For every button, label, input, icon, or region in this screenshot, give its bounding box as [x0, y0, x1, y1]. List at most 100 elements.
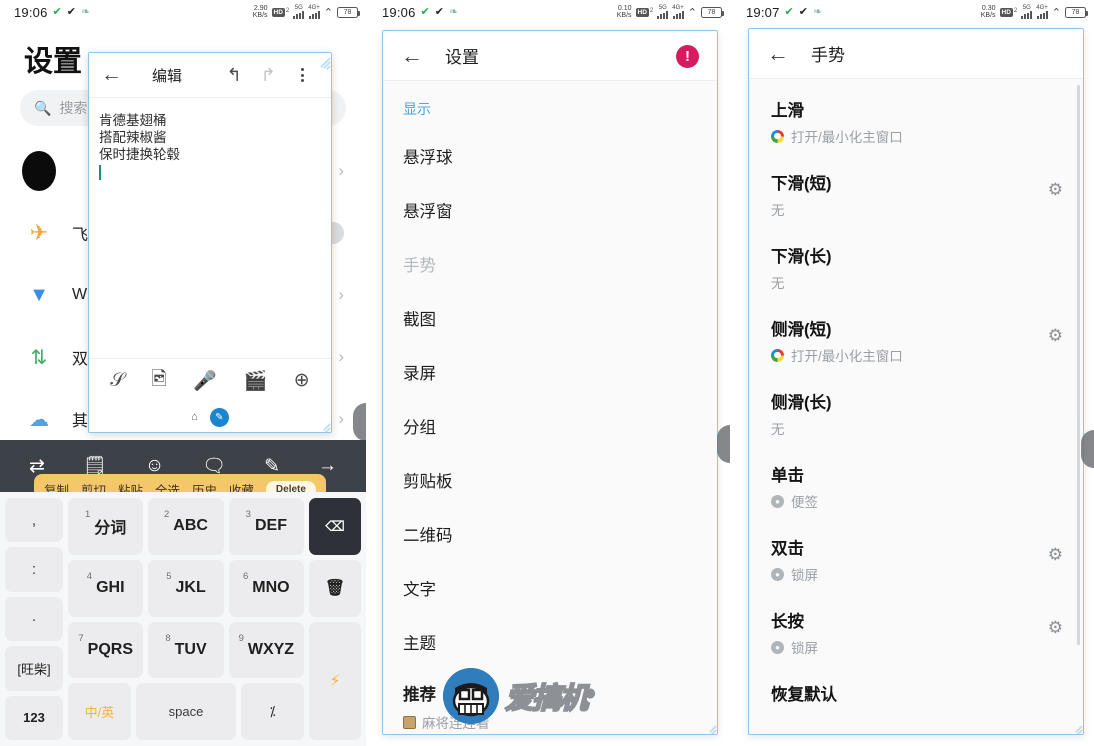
keyboard[interactable]: ⇄ 🗒 ☺ 🗨 ✎ → 复制 剪切 粘贴 全选 历史 收藏 Delete , : — [0, 440, 366, 746]
menu-item-gestures[interactable]: 手势 — [383, 237, 717, 291]
key-4[interactable]: 4 GHI — [68, 559, 144, 617]
key-5[interactable]: 5 JKL — [148, 559, 224, 617]
back-icon[interactable]: ← — [401, 43, 423, 69]
status-bar-right: 19:07 ✔ ✔ ❧ 0.30 KB/s HD 2 5G 4G+ ⌃ 78 — [732, 0, 1094, 24]
hd-voice-icon: HD 2 — [999, 7, 1018, 17]
resize-handle-icon[interactable] — [1066, 717, 1083, 734]
chevron-right-icon: › — [338, 409, 344, 428]
gesture-value: 无 — [771, 276, 785, 291]
signal-icon-2: 4G+ — [672, 5, 684, 19]
menu-item-theme[interactable]: 主题 — [383, 615, 717, 669]
gestures-floating-window[interactable]: ← 手势 上滑 打开/最小化主窗口 下滑(短) 无 ⚙ 下滑(长) 无 侧滑(短… — [748, 28, 1084, 735]
menu-item-floating-window[interactable]: 悬浮窗 — [383, 183, 717, 237]
gesture-row-long-press[interactable]: 长按 ● 锁屏 ⚙ — [749, 596, 1083, 669]
gesture-list: 上滑 打开/最小化主窗口 下滑(短) 无 ⚙ 下滑(长) 无 侧滑(短) 打开/… — [749, 79, 1083, 734]
gesture-row-swipe-side-long[interactable]: 侧滑(长) 无 — [749, 377, 1083, 450]
gesture-name: 侧滑(长) — [771, 394, 832, 412]
note-editor-window[interactable]: ← 编辑 ↰ ↱ 肯德基翅桶 搭配辣椒酱 保时捷换轮毂 𝒮 🖻 🎤 🎬 ⊕ ⌂ … — [88, 52, 332, 433]
menu-item-qrcode[interactable]: 二维码 — [383, 507, 717, 561]
redo-icon[interactable]: ↱ — [251, 65, 285, 86]
settings-floating-window[interactable]: ← 设置 ! 显示 悬浮球 悬浮窗 手势 截图 录屏 分组 剪贴板 二维码 文字… — [382, 30, 718, 735]
video-icon[interactable]: 🎬 — [244, 369, 268, 393]
gear-icon[interactable]: ⚙ — [1048, 180, 1063, 200]
avatar — [22, 151, 56, 191]
alpaca-icon: ✔ — [52, 5, 62, 18]
alert-badge[interactable]: ! — [676, 45, 699, 68]
gesture-row-restore-default[interactable]: 恢复默认 — [749, 669, 1083, 722]
gear-icon[interactable]: ⚙ — [1048, 545, 1063, 565]
keyboard-left-column: , : · [旺柴] 123 — [5, 498, 63, 741]
battery-icon: 78 — [701, 6, 724, 18]
gear-icon[interactable]: ⚙ — [1048, 326, 1063, 346]
key-emoji-tag[interactable]: [旺柴] — [5, 646, 63, 691]
key-9[interactable]: 9 WXYZ — [228, 621, 304, 679]
resize-handle-icon[interactable] — [314, 415, 331, 432]
menu-item-text[interactable]: 文字 — [383, 561, 717, 615]
edit-mode-icon[interactable]: ✎ — [209, 407, 229, 427]
gesture-name: 长按 — [771, 613, 804, 631]
lightning-icon[interactable]: ⚡ — [309, 621, 361, 740]
battery-icon: 78 — [337, 6, 360, 18]
symbol-icon[interactable]: ⁒ — [241, 683, 304, 740]
key-1[interactable]: 1 分词 — [68, 498, 144, 555]
status-time: 19:07 — [746, 4, 780, 20]
undo-icon[interactable]: ↰ — [217, 65, 251, 86]
menu-item-screenrecord[interactable]: 录屏 — [383, 345, 717, 399]
signal-icon-1: 5G — [1021, 5, 1033, 19]
backspace-icon[interactable]: ⌫ — [309, 498, 361, 555]
resize-handle-icon[interactable] — [700, 717, 717, 734]
gesture-row-double-tap[interactable]: 双击 ● 锁屏 ⚙ — [749, 523, 1083, 596]
plus-icon[interactable]: ⊕ — [294, 369, 310, 392]
alpaca-icon: ✔ — [420, 5, 430, 18]
handwriting-icon[interactable]: 𝒮 — [110, 370, 125, 392]
gesture-row-swipe-down-short[interactable]: 下滑(短) 无 ⚙ — [749, 158, 1083, 231]
signal-icon-2: 4G+ — [1036, 5, 1048, 19]
gesture-row-single-tap[interactable]: 单击 ● 便签 — [749, 450, 1083, 523]
note-editor-body[interactable]: 肯德基翅桶 搭配辣椒酱 保时捷换轮毂 — [89, 98, 331, 358]
key-6[interactable]: 6 MNO — [228, 559, 304, 617]
more-icon[interactable] — [285, 68, 319, 82]
key-123[interactable]: 123 — [5, 695, 63, 741]
key-space[interactable]: space — [135, 683, 237, 740]
menu-item-screenshot[interactable]: 截图 — [383, 291, 717, 345]
key-colon[interactable]: : — [5, 547, 63, 592]
key-7[interactable]: 7 PQRS — [68, 621, 144, 679]
note-line: 肯德基翅桶 — [99, 113, 167, 128]
keyboard-main-grid: 1 分词 2 ABC 3 DEF 4 GHI 5 JKL 6 MNO 7 PQR… — [68, 498, 304, 740]
trash-icon[interactable]: 🗑 — [309, 559, 361, 617]
note-editor-title: 编辑 — [151, 67, 182, 85]
menu-item-floating-ball[interactable]: 悬浮球 — [383, 129, 717, 183]
menu-item-clipboard[interactable]: 剪贴板 — [383, 453, 717, 507]
resize-handle-icon[interactable] — [314, 54, 331, 70]
key-2[interactable]: 2 ABC — [148, 498, 224, 555]
image-icon[interactable]: 🖻 — [152, 365, 167, 397]
gesture-value: ● 便签 — [771, 491, 1065, 511]
floating-ball[interactable] — [1081, 430, 1094, 468]
window-header: ← 手势 — [749, 29, 1083, 79]
gesture-name: 下滑(长) — [771, 248, 832, 266]
home-icon[interactable]: ⌂ — [191, 411, 198, 423]
menu-item-group[interactable]: 分组 — [383, 399, 717, 453]
network-rate: 2.90 KB/s — [253, 5, 268, 19]
keyboard-row: 1 分词 2 ABC 3 DEF — [68, 498, 304, 555]
key-8[interactable]: 8 TUV — [148, 621, 224, 679]
gesture-row-swipe-up[interactable]: 上滑 打开/最小化主窗口 — [749, 85, 1083, 158]
key-lang-switch[interactable]: 中/英 — [68, 683, 131, 740]
mic-icon[interactable]: 🎤 — [193, 369, 217, 393]
key-middot[interactable]: · — [5, 596, 63, 642]
window-header: ← 设置 ! — [383, 31, 717, 81]
menu-item-display[interactable]: 显示 — [383, 87, 717, 129]
signal-icon-2: 4G+ — [308, 5, 320, 19]
key-3[interactable]: 3 DEF — [228, 498, 304, 555]
gesture-row-swipe-down-long[interactable]: 下滑(长) 无 — [749, 231, 1083, 304]
floating-ball[interactable] — [353, 403, 366, 441]
status-bar-middle: 19:06 ✔ ✔ ❧ 0.10 KB/s HD 2 5G 4G+ ⌃ 78 — [368, 0, 730, 24]
gesture-value: 无 — [771, 203, 785, 218]
key-comma[interactable]: , — [5, 498, 63, 543]
gear-icon[interactable]: ⚙ — [1048, 618, 1063, 638]
back-icon[interactable]: ← — [767, 41, 789, 67]
network-rate: 0.10 KB/s — [616, 5, 632, 19]
gesture-row-swipe-side-short[interactable]: 侧滑(短) 打开/最小化主窗口 ⚙ — [749, 304, 1083, 377]
floating-ball[interactable] — [717, 425, 730, 463]
gesture-value: ● 锁屏 — [771, 637, 1065, 657]
